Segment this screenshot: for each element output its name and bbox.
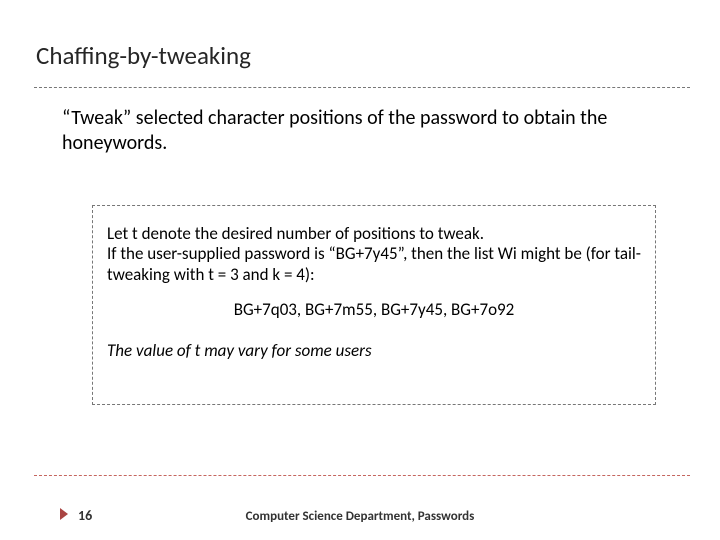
footer-text: Computer Science Department, Passwords	[0, 509, 720, 524]
footer-divider	[34, 475, 690, 476]
title-block: Chaffing-by-tweaking	[0, 0, 720, 77]
intro-text: “Tweak” selected character positions of …	[0, 88, 720, 156]
box-example-line: BG+7q03, BG+7m55, BG+7y45, BG+7o92	[107, 299, 641, 320]
slide-title: Chaffing-by-tweaking	[36, 40, 690, 71]
example-box: Let t denote the desired number of posit…	[92, 205, 656, 405]
footer: 16 Computer Science Department, Password…	[0, 498, 720, 522]
slide: Chaffing-by-tweaking “Tweak” selected ch…	[0, 0, 720, 540]
box-paragraph: Let t denote the desired number of posit…	[107, 224, 641, 285]
box-note: The value of t may vary for some users	[107, 340, 641, 361]
